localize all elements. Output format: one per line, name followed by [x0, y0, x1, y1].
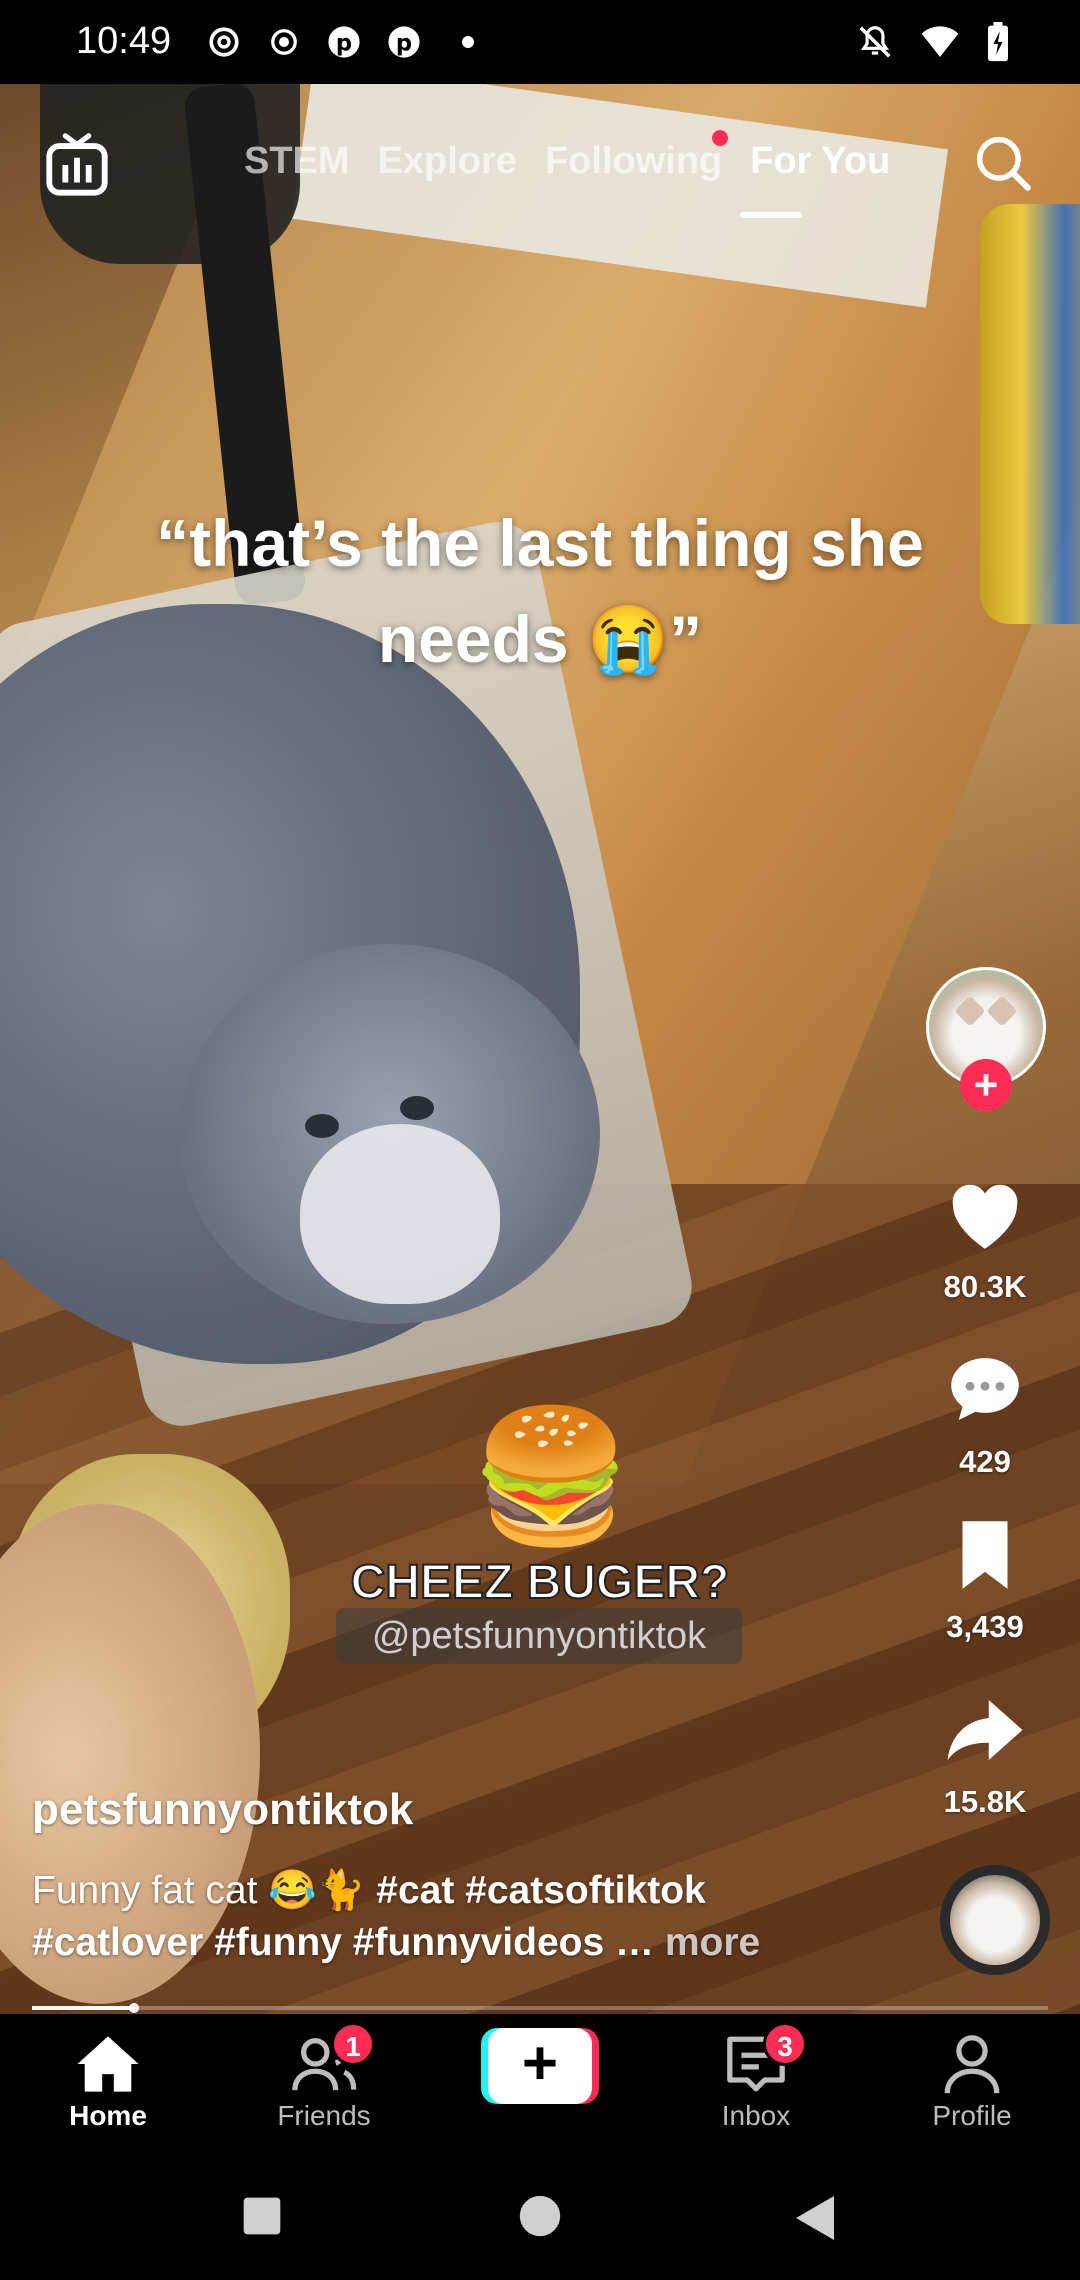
feed-tabs: STEM Explore Following For You — [244, 130, 890, 183]
nav-inbox[interactable]: 3 Inbox — [666, 2022, 846, 2132]
search-button[interactable] — [970, 130, 1040, 200]
creator-username[interactable]: petsfunnyontiktok — [32, 1785, 852, 1835]
friends-icon: 1 — [289, 2022, 375, 2096]
home-icon — [73, 2032, 143, 2096]
live-tv-icon — [46, 133, 108, 196]
nav-profile[interactable]: Profile — [882, 2032, 1062, 2132]
cat-eye — [305, 1114, 339, 1138]
video-watermark: @petsfunnyontiktok — [336, 1608, 742, 1664]
more-link[interactable]: more — [665, 1921, 760, 1964]
live-tv-button[interactable] — [42, 130, 112, 200]
square-icon — [243, 2197, 281, 2235]
heart-icon — [952, 1184, 1018, 1249]
post-description[interactable]: Funny fat cat 😂🐈 #cat #catsoftiktok #cat… — [32, 1865, 852, 1969]
mute-icon — [859, 26, 891, 58]
bookmark-icon — [962, 1521, 1008, 1589]
home-system-button[interactable] — [518, 2194, 562, 2243]
like-button[interactable]: 80.3K — [910, 1170, 1060, 1305]
tab-stem[interactable]: STEM — [244, 140, 350, 183]
profile-icon — [937, 2032, 1007, 2096]
video-progress-knob[interactable] — [128, 2003, 139, 2013]
nav-friends[interactable]: 1 Friends — [234, 2022, 414, 2132]
save-button[interactable]: 3,439 — [910, 1510, 1060, 1645]
status-time: 10:49 — [76, 20, 172, 62]
more-notifications-dot — [462, 36, 474, 48]
nav-home[interactable]: Home — [18, 2032, 198, 2132]
back-triangle-icon — [796, 2196, 834, 2240]
back-button[interactable] — [792, 2194, 836, 2247]
status-system-icons — [856, 22, 1010, 62]
plus-icon: + — [488, 2028, 592, 2104]
video-scene-jar — [980, 204, 1080, 624]
tab-following[interactable]: Following — [544, 130, 729, 183]
avatar-cat-ear — [954, 995, 986, 1027]
svg-text:p: p — [396, 31, 412, 57]
top-feed-nav: STEM Explore Following For You — [0, 120, 1080, 240]
comment-count: 429 — [959, 1444, 1011, 1479]
video-caption: “that’s the last thing she needs 😭” — [156, 506, 924, 676]
friends-badge: 1 — [331, 2022, 375, 2066]
share-count: 15.8K — [943, 1784, 1027, 1819]
tab-explore[interactable]: Explore — [378, 140, 517, 183]
sticker-text: CHEEZ BUGER? — [350, 1555, 731, 1610]
description-hashtags-line2[interactable]: #catlover #funny #funnyvideos … — [32, 1921, 654, 1964]
description-hashtags-line1[interactable]: #cat #catsoftiktok — [376, 1869, 705, 1912]
video-progress-bar[interactable] — [32, 2003, 1048, 2013]
status-bar: 10:49 p p — [0, 0, 1080, 84]
cat-eye — [400, 1096, 434, 1120]
nav-home-label: Home — [69, 2100, 147, 2131]
post-info: petsfunnyontiktok Funny fat cat 😂🐈 #cat … — [32, 1785, 852, 1969]
bottom-tab-bar: Home 1 Friends + 3 Inbox Profile — [0, 2014, 1080, 2154]
share-button[interactable]: 15.8K — [910, 1685, 1060, 1820]
nav-inbox-label: Inbox — [721, 2100, 791, 2131]
music-disc[interactable] — [940, 1865, 1050, 1975]
status-notification-icons: p p — [204, 22, 474, 62]
create-button[interactable]: + — [481, 2028, 599, 2104]
active-tab-indicator — [740, 212, 802, 218]
share-arrow-icon — [947, 1700, 1023, 1760]
video-progress-fill — [32, 2006, 134, 2010]
search-icon — [976, 136, 1031, 191]
circle-icon — [519, 2195, 561, 2237]
follow-button[interactable]: + — [960, 1059, 1012, 1111]
video-scene-cat-face — [300, 1124, 500, 1304]
avatar-cat-ear — [986, 995, 1018, 1027]
save-count: 3,439 — [946, 1609, 1024, 1644]
inbox-icon: 3 — [721, 2022, 807, 2096]
tab-for-you[interactable]: For You — [750, 140, 890, 183]
new-content-dot — [712, 130, 729, 146]
threads-icon — [204, 22, 244, 62]
burger-sticker-emoji: 🍔 — [470, 1403, 632, 1549]
nav-profile-label: Profile — [932, 2100, 1012, 2131]
pinterest-icon: p — [384, 22, 424, 62]
wifi-icon — [921, 26, 959, 57]
description-text: Funny fat cat 😂🐈 — [32, 1869, 377, 1912]
tab-following-label: Following — [544, 140, 723, 182]
pinterest-icon: p — [324, 22, 364, 62]
android-nav-bar — [0, 2154, 1080, 2280]
svg-text:p: p — [336, 31, 352, 57]
inbox-badge: 3 — [763, 2022, 807, 2066]
like-count: 80.3K — [943, 1269, 1027, 1304]
record-icon — [264, 22, 304, 62]
nav-friends-label: Friends — [277, 2100, 371, 2131]
battery-icon — [988, 22, 1008, 62]
comment-icon — [951, 1358, 1019, 1420]
comment-button[interactable]: 429 — [910, 1345, 1060, 1480]
recents-button[interactable] — [240, 2194, 284, 2243]
